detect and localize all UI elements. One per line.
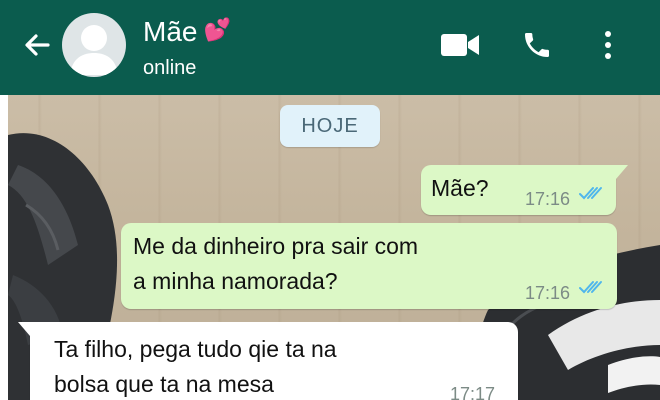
message-line: Me da dinheiro pra sair com	[133, 233, 419, 259]
message-line: bolsa que ta na mesa	[54, 371, 274, 397]
read-ticks-icon	[579, 281, 602, 294]
message-line: Ta filho, pega tudo qie ta na	[54, 336, 337, 362]
contact-name-text[interactable]: Mãe	[143, 16, 197, 47]
message-line: Mãe?	[431, 175, 489, 201]
message-time: 17:17	[450, 384, 496, 400]
message-bubble-outgoing[interactable]: Mãe? 17:16	[421, 165, 628, 215]
phone-icon[interactable]	[517, 28, 557, 62]
date-separator: HOJE	[280, 105, 380, 147]
message-line: a minha namorada?	[133, 268, 338, 294]
bubble-tail	[616, 165, 628, 179]
heart-emoji: 💕	[203, 17, 231, 42]
message-text: Ta filho, pega tudo qie ta na bolsa que …	[54, 332, 337, 400]
message-time: 17:16	[525, 283, 571, 303]
video-call-icon[interactable]	[440, 28, 480, 62]
read-ticks-icon	[579, 187, 602, 200]
contact-status: online	[143, 57, 197, 79]
message-text: Me da dinheiro pra sair com a minha namo…	[133, 229, 418, 299]
more-vert-icon[interactable]	[590, 28, 626, 62]
message-bubble-outgoing[interactable]: Me da dinheiro pra sair com a minha namo…	[121, 223, 617, 309]
message-text: Mãe?	[431, 171, 489, 206]
back-arrow-icon[interactable]	[22, 30, 52, 60]
message-time: 17:16	[525, 189, 571, 209]
chat-header: Mãe 💕 online	[0, 0, 660, 95]
message-bubble-incoming[interactable]: Ta filho, pega tudo qie ta na bolsa que …	[18, 322, 518, 400]
bubble-tail	[18, 322, 30, 336]
chat-area[interactable]: HOJE Mãe? 17:16 Me da dinheiro pra sair …	[8, 95, 660, 400]
avatar[interactable]	[62, 13, 126, 77]
contact-name[interactable]: Mãe 💕	[143, 12, 231, 50]
